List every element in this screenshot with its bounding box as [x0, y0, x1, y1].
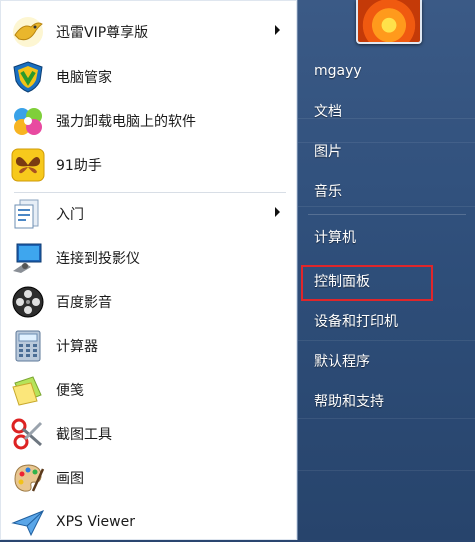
clover-icon: [10, 103, 46, 139]
right-item-default-programs[interactable]: 默认程序: [304, 346, 464, 376]
program-label: 百度影音: [56, 295, 112, 311]
butterfly-icon: [10, 147, 46, 183]
program-item-uninstaller[interactable]: 强力卸载电脑上的软件: [4, 101, 290, 141]
user-avatar[interactable]: [356, 0, 422, 44]
program-item-calculator[interactable]: 计算器: [4, 326, 290, 366]
sticky-notes-icon: [10, 372, 46, 408]
right-item-help-support[interactable]: 帮助和支持: [304, 386, 464, 416]
right-item-documents[interactable]: 文档: [304, 96, 464, 126]
program-label: 画图: [56, 471, 84, 487]
control-panel-highlight-box: [301, 265, 433, 301]
program-item-91-assistant[interactable]: 91助手: [4, 145, 290, 185]
separator: [308, 214, 466, 215]
program-label: 电脑管家: [56, 70, 112, 86]
program-label: 计算器: [56, 339, 98, 355]
paint-palette-icon: [10, 460, 46, 496]
program-item-xunlei[interactable]: 迅雷VIP尊享版: [4, 12, 290, 52]
right-item-music[interactable]: 音乐: [304, 176, 464, 206]
program-label: 91助手: [56, 158, 102, 174]
projector-icon: [10, 240, 46, 276]
right-item-pictures[interactable]: 图片: [304, 136, 464, 166]
right-item-devices-printers[interactable]: 设备和打印机: [304, 306, 464, 336]
program-item-getting-started[interactable]: 入门: [4, 194, 290, 234]
right-item-computer[interactable]: 计算机: [304, 222, 464, 252]
start-menu-program-list: 迅雷VIP尊享版 电脑管家 强力卸载电脑上的软件 91助手 入门 连接到投影仪 …: [0, 0, 298, 540]
shield-icon: [10, 59, 46, 95]
program-label: XPS Viewer: [56, 514, 135, 530]
getting-started-icon: [10, 196, 46, 232]
thunder-bird-icon: [10, 14, 46, 50]
program-item-paint[interactable]: 画图: [4, 458, 290, 498]
program-label: 截图工具: [56, 427, 112, 443]
scissors-icon: [10, 416, 46, 452]
program-item-snipping-tool[interactable]: 截图工具: [4, 414, 290, 454]
program-label: 迅雷VIP尊享版: [56, 25, 149, 41]
film-reel-icon: [10, 284, 46, 320]
program-label: 强力卸载电脑上的软件: [56, 114, 196, 130]
calculator-icon: [10, 328, 46, 364]
program-item-xps-viewer[interactable]: XPS Viewer: [4, 502, 290, 542]
submenu-arrow-icon: [275, 25, 280, 35]
program-item-pc-manager[interactable]: 电脑管家: [4, 57, 290, 97]
xps-viewer-icon: [10, 504, 46, 540]
program-label: 入门: [56, 207, 84, 223]
program-item-sticky-notes[interactable]: 便笺: [4, 370, 290, 410]
submenu-arrow-icon: [275, 207, 280, 217]
program-item-projector[interactable]: 连接到投影仪: [4, 238, 290, 278]
right-item-username[interactable]: mgayy: [304, 56, 464, 86]
program-item-baidu-player[interactable]: 百度影音: [4, 282, 290, 322]
program-label: 连接到投影仪: [56, 251, 140, 267]
separator: [14, 192, 286, 193]
program-label: 便笺: [56, 383, 84, 399]
